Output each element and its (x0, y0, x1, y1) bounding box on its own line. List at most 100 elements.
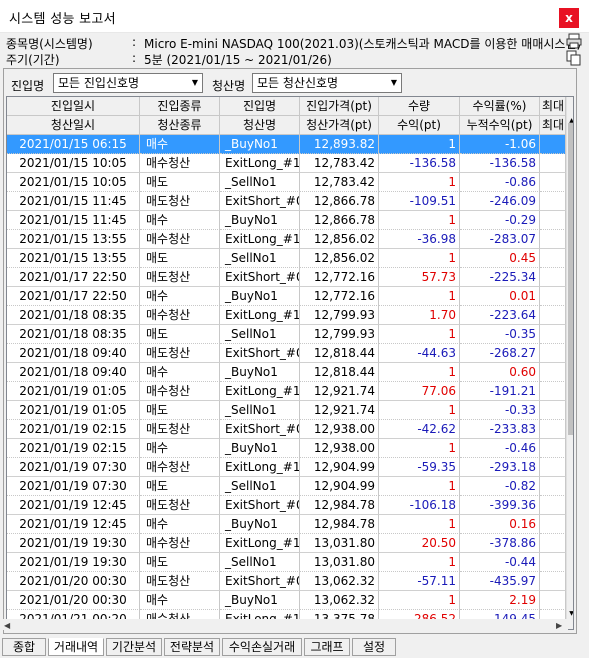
cell-signal-name: _SellNo1 (220, 325, 300, 344)
tab-3[interactable]: 기간분석 (106, 638, 162, 656)
cell-signal-name: ExitLong_#1 (220, 458, 300, 477)
cell-type: 매수 (140, 135, 220, 154)
copy-icon[interactable] (566, 50, 582, 66)
table-row[interactable]: 2021/01/18 09:40 매도청산 ExitShort_#0 12,818.4… (7, 344, 566, 363)
cell-qty-profit: 77.06 (379, 382, 460, 401)
cell-return-cumulative: -1.06 (460, 135, 540, 154)
cell-datetime: 2021/01/19 07:30 (7, 477, 140, 496)
cell-return-cumulative: -233.83 (460, 420, 540, 439)
table-row[interactable]: 2021/01/17 22:50 매도청산 ExitShort_#0 12,772.1… (7, 268, 566, 287)
table-row[interactable]: 2021/01/15 10:05 매수청산 ExitLong_#1 12,783.42… (7, 154, 566, 173)
exit-filter-value: 모든 청산신호명 (257, 76, 339, 90)
table-row[interactable]: 2021/01/15 13:55 매수청산 ExitLong_#1 12,856.02… (7, 230, 566, 249)
cell-qty-profit: -59.35 (379, 458, 460, 477)
cell-return-cumulative: -191.21 (460, 382, 540, 401)
col-entry-datetime[interactable]: 진입일시 (7, 97, 140, 116)
col-cumulative-profit[interactable]: 누적수익(pt) (460, 116, 540, 135)
cell-datetime: 2021/01/15 10:05 (7, 173, 140, 192)
cell-price: 12,938.00 (300, 420, 379, 439)
table-row[interactable]: 2021/01/19 01:05 매도 _SellNo1 12,921.74 1 -0.3… (7, 401, 566, 420)
col-entry-price[interactable]: 진입가격(pt) (300, 97, 379, 116)
cell-price: 12,772.16 (300, 287, 379, 306)
cell-signal-name: ExitShort_#0 (220, 420, 300, 439)
cell-signal-name: _BuyNo1 (220, 135, 300, 154)
col-max-1[interactable]: 최대 (540, 97, 566, 116)
cell-signal-name: _SellNo1 (220, 401, 300, 420)
col-entry-name[interactable]: 진입명 (220, 97, 300, 116)
table-row[interactable]: 2021/01/15 06:15 매수 _BuyNo1 12,893.82 1 -1.06 (7, 135, 566, 154)
cell-signal-name: _SellNo1 (220, 553, 300, 572)
print-icon[interactable] (566, 33, 582, 49)
cell-return-cumulative: -136.58 (460, 154, 540, 173)
table-row[interactable]: 2021/01/19 19:30 매수청산 ExitLong_#1 13,031.80… (7, 534, 566, 553)
cell-type: 매도 (140, 173, 220, 192)
table-row[interactable]: 2021/01/15 10:05 매도 _SellNo1 12,783.42 1 -0.8… (7, 173, 566, 192)
table-row[interactable]: 2021/01/19 19:30 매도 _SellNo1 13,031.80 1 -0.4… (7, 553, 566, 572)
col-exit-price[interactable]: 청산가격(pt) (300, 116, 379, 135)
col-quantity[interactable]: 수량 (379, 97, 460, 116)
tab-2[interactable]: 거래내역 (48, 638, 104, 656)
table-row[interactable]: 2021/01/15 11:45 매도청산 ExitShort_#0 12,866.7… (7, 192, 566, 211)
period-colon: : (132, 51, 137, 65)
table-row[interactable]: 2021/01/19 02:15 매수 _BuyNo1 12,938.00 1 -0.46 (7, 439, 566, 458)
col-profit[interactable]: 수익(pt) (379, 116, 460, 135)
cell-qty-profit: 1 (379, 287, 460, 306)
cell-type: 매도청산 (140, 268, 220, 287)
cell-datetime: 2021/01/17 22:50 (7, 268, 140, 287)
col-return-rate[interactable]: 수익률(%) (460, 97, 540, 116)
table-row[interactable]: 2021/01/19 07:30 매도 _SellNo1 12,904.99 1 -0.8… (7, 477, 566, 496)
title-bar: 시스템 성능 보고서 x (0, 0, 589, 33)
table-row[interactable]: 2021/01/19 12:45 매수 _BuyNo1 12,984.78 1 0.16 (7, 515, 566, 534)
col-exit-datetime[interactable]: 청산일시 (7, 116, 140, 135)
table-row[interactable]: 2021/01/15 13:55 매도 _SellNo1 12,856.02 1 0.45 (7, 249, 566, 268)
table-row[interactable]: 2021/01/18 09:40 매수 _BuyNo1 12,818.44 1 0.60 (7, 363, 566, 382)
cell-return-cumulative: -435.97 (460, 572, 540, 591)
table-row[interactable]: 2021/01/20 00:30 매도청산 ExitShort_#0 13,062.3… (7, 572, 566, 591)
tab-4[interactable]: 전략분석 (164, 638, 220, 656)
tab-6[interactable]: 그래프 (304, 638, 350, 656)
symbol-colon: : (132, 35, 137, 49)
cell-price: 12,799.93 (300, 325, 379, 344)
table-row[interactable]: 2021/01/17 22:50 매수 _BuyNo1 12,772.16 1 0.01 (7, 287, 566, 306)
cell-datetime: 2021/01/20 00:30 (7, 572, 140, 591)
col-exit-name[interactable]: 청산명 (220, 116, 300, 135)
col-exit-type[interactable]: 청산종류 (140, 116, 220, 135)
cell-datetime: 2021/01/19 19:30 (7, 534, 140, 553)
close-button[interactable]: x (559, 8, 579, 28)
cell-qty-profit: -109.51 (379, 192, 460, 211)
vertical-scrollbar[interactable]: ▲ ▼ (566, 97, 573, 629)
cell-datetime: 2021/01/19 12:45 (7, 515, 140, 534)
tab-7[interactable]: 설정 (352, 638, 396, 656)
tab-5[interactable]: 수익손실거래 (222, 638, 302, 656)
table-row[interactable]: 2021/01/19 07:30 매수청산 ExitLong_#1 12,904.99… (7, 458, 566, 477)
table-row[interactable]: 2021/01/19 02:15 매도청산 ExitShort_#0 12,938.0… (7, 420, 566, 439)
table-row[interactable]: 2021/01/20 00:30 매수 _BuyNo1 13,062.32 1 2.19 (7, 591, 566, 610)
dropdown-arrow-icon: ▼ (390, 78, 397, 87)
table-row[interactable]: 2021/01/19 01:05 매수청산 ExitLong_#1 12,921.74… (7, 382, 566, 401)
table-row[interactable]: 2021/01/18 08:35 매수청산 ExitLong_#1 12,799.93… (7, 306, 566, 325)
cell-price: 13,062.32 (300, 591, 379, 610)
col-max-2[interactable]: 최대 (540, 116, 566, 135)
exit-filter-label: 청산명 (212, 79, 246, 93)
tab-1[interactable]: 종합 (2, 638, 46, 656)
cell-type: 매도 (140, 553, 220, 572)
scroll-down-arrow-icon[interactable]: ▼ (567, 610, 573, 617)
cell-return-cumulative: -268.27 (460, 344, 540, 363)
entry-filter-label: 진입명 (11, 79, 45, 93)
symbol-value: Micro E-mini NASDAQ 100(2021.03)(스토캐스틱과 … (144, 37, 582, 51)
horizontal-scrollbar[interactable]: ◀ ▶ (0, 619, 568, 630)
exit-filter-select[interactable]: 모든 청산신호명 ▼ (252, 73, 402, 93)
scrollbar-thumb[interactable] (568, 123, 573, 435)
col-entry-type[interactable]: 진입종류 (140, 97, 220, 116)
table-row[interactable]: 2021/01/15 11:45 매수 _BuyNo1 12,866.78 1 -0.29 (7, 211, 566, 230)
entry-filter-select[interactable]: 모든 진입신호명 ▼ (53, 73, 203, 93)
table-row[interactable]: 2021/01/18 08:35 매도 _SellNo1 12,799.93 1 -0.3… (7, 325, 566, 344)
cell-price: 12,818.44 (300, 363, 379, 382)
cell-price: 12,783.42 (300, 173, 379, 192)
cell-datetime: 2021/01/19 02:15 (7, 420, 140, 439)
cell-return-cumulative: -293.18 (460, 458, 540, 477)
cell-datetime: 2021/01/19 02:15 (7, 439, 140, 458)
table-row[interactable]: 2021/01/19 12:45 매도청산 ExitShort_#0 12,984.7… (7, 496, 566, 515)
cell-max (540, 287, 566, 306)
cell-type: 매수 (140, 515, 220, 534)
